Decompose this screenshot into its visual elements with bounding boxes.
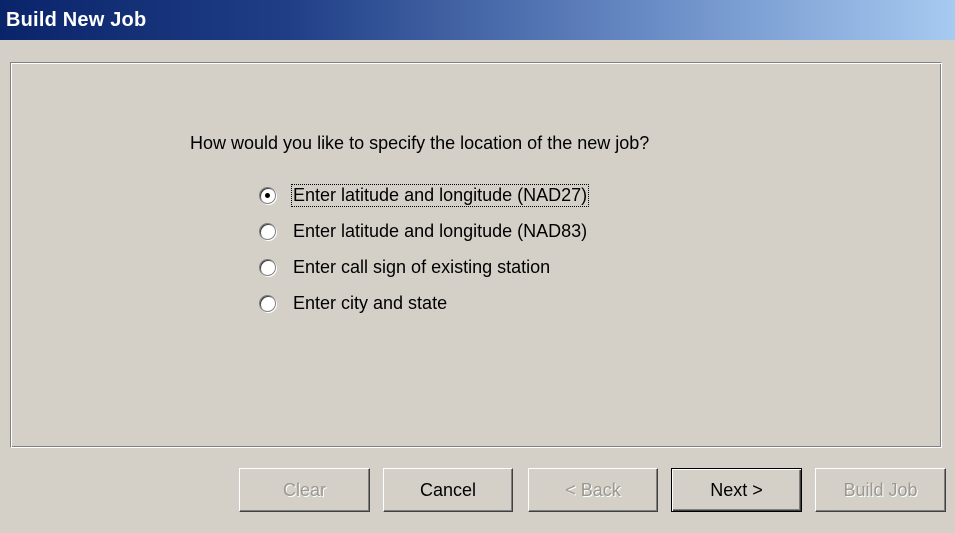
build-job-button[interactable]: Build Job [815, 468, 946, 512]
option-city-state-label[interactable]: Enter city and state [292, 293, 448, 314]
radio-nad27[interactable] [259, 186, 276, 204]
location-question: How would you like to specify the locati… [190, 133, 650, 153]
option-call-sign[interactable]: Enter call sign of existing station [259, 249, 588, 285]
next-button[interactable]: Next > [671, 468, 802, 512]
radio-city-state[interactable] [259, 294, 276, 312]
back-button[interactable]: < Back [528, 468, 658, 512]
option-nad83-label[interactable]: Enter latitude and longitude (NAD83) [292, 221, 588, 242]
option-call-sign-label[interactable]: Enter call sign of existing station [292, 257, 551, 278]
option-nad83[interactable]: Enter latitude and longitude (NAD83) [259, 213, 588, 249]
radio-nad83[interactable] [259, 222, 276, 240]
location-options-group: Enter latitude and longitude (NAD27) Ent… [259, 177, 590, 321]
radio-call-sign[interactable] [259, 258, 276, 276]
option-nad27[interactable]: Enter latitude and longitude (NAD27) [259, 177, 590, 213]
title-bar[interactable]: Build New Job [0, 0, 955, 40]
option-city-state[interactable]: Enter city and state [259, 285, 588, 321]
option-nad27-label[interactable]: Enter latitude and longitude (NAD27) [290, 183, 590, 207]
build-new-job-dialog: Build New Job How would you like to spec… [0, 0, 955, 533]
window-title: Build New Job [6, 8, 147, 31]
cancel-button[interactable]: Cancel [383, 468, 513, 512]
clear-button[interactable]: Clear [239, 468, 370, 512]
